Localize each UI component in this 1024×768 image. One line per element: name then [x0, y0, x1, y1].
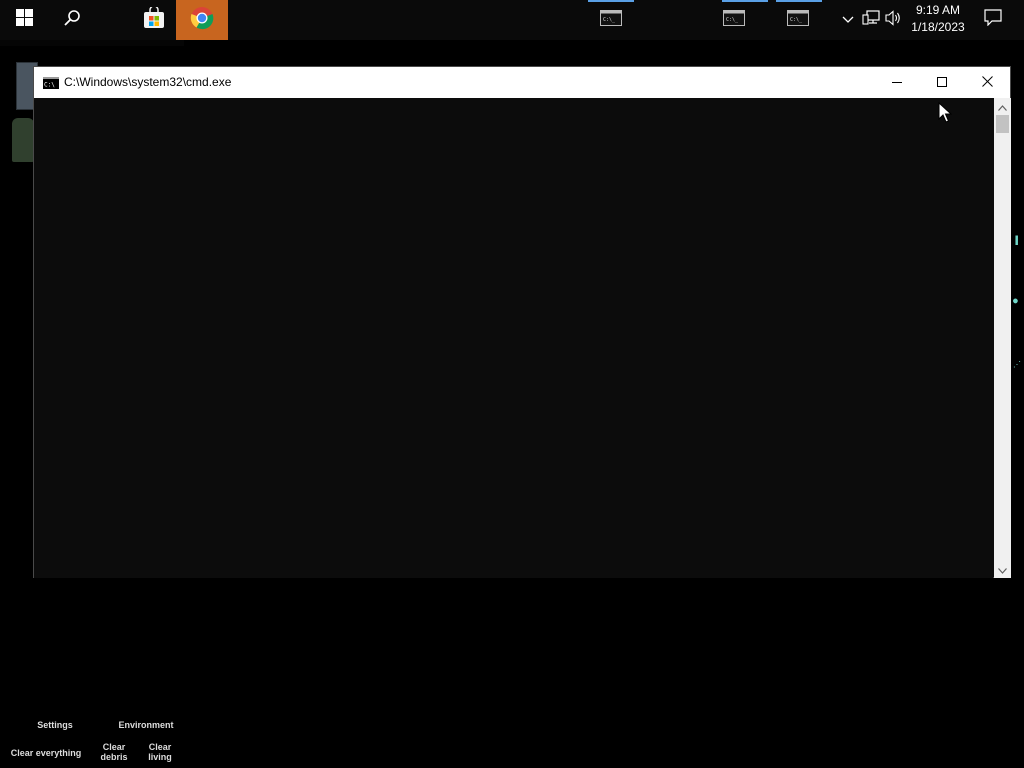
search-button[interactable] — [48, 0, 96, 40]
chrome-icon — [190, 6, 214, 35]
chevron-up-icon — [998, 98, 1007, 116]
taskbar: C:\_ C:\_ C:\_ 9:19 AM 1/18/2023 — [0, 0, 1024, 40]
cmd-window[interactable]: C:\ C:\Windows\system32\cmd.exe — [33, 66, 1011, 578]
edge-widget: ● — [1013, 296, 1018, 305]
search-icon — [63, 9, 81, 32]
scroll-thumb[interactable] — [996, 115, 1009, 133]
mouse-pointer-icon — [938, 101, 953, 129]
console-output[interactable] — [34, 98, 993, 578]
chevron-down-icon — [998, 561, 1007, 579]
window-title: C:\Windows\system32\cmd.exe — [64, 75, 232, 89]
clock-date: 1/18/2023 — [911, 20, 965, 34]
close-icon — [981, 74, 993, 92]
scroll-up-button[interactable] — [994, 98, 1011, 115]
edge-widget: ⋰ — [1013, 360, 1021, 369]
svg-text:C:\_: C:\_ — [790, 17, 803, 23]
scroll-down-button[interactable] — [994, 561, 1011, 578]
environment-button[interactable]: Environment — [114, 720, 178, 730]
network-button[interactable] — [860, 0, 882, 40]
clear-living-button[interactable]: Clear living — [142, 742, 178, 762]
clear-everything-button[interactable]: Clear everything — [8, 748, 84, 758]
cmd-icon: C:\_ — [600, 9, 622, 31]
chrome-button[interactable] — [176, 0, 228, 40]
volume-button[interactable] — [883, 0, 903, 40]
chevron-up-icon — [842, 11, 854, 29]
cmd-icon: C:\_ — [723, 9, 745, 31]
desktop-icon[interactable] — [12, 118, 34, 162]
network-icon — [862, 9, 880, 31]
svg-text:C:\_: C:\_ — [603, 17, 616, 23]
notification-icon — [984, 9, 1002, 31]
cmd-titlebar[interactable]: C:\ C:\Windows\system32\cmd.exe — [34, 67, 1010, 98]
minimize-button[interactable] — [874, 67, 920, 98]
cmd-icon: C:\_ — [787, 9, 809, 31]
taskbar-window-cmd-2[interactable]: C:\_ — [712, 0, 756, 40]
store-button[interactable] — [132, 0, 176, 40]
action-center-button[interactable] — [976, 0, 1010, 40]
start-button[interactable] — [0, 0, 48, 40]
minimize-icon — [892, 74, 902, 92]
maximize-button[interactable] — [919, 67, 965, 98]
windows-logo-icon — [15, 9, 33, 31]
microsoft-store-icon — [143, 4, 165, 34]
taskbar-window-cmd-3[interactable]: C:\_ — [776, 0, 820, 40]
clock[interactable]: 9:19 AM 1/18/2023 — [902, 2, 974, 38]
vertical-scrollbar[interactable] — [994, 98, 1011, 578]
taskbar-window-cmd-1[interactable]: C:\_ — [589, 0, 633, 40]
speaker-icon — [884, 9, 902, 31]
cmd-window-icon: C:\ — [43, 76, 59, 89]
clock-time: 9:19 AM — [915, 3, 961, 17]
close-button[interactable] — [964, 67, 1010, 98]
edge-widget: ▐ — [1013, 236, 1018, 245]
tray-overflow-button[interactable] — [838, 0, 858, 40]
settings-button[interactable]: Settings — [30, 720, 80, 730]
svg-text:C:\_: C:\_ — [726, 17, 739, 23]
clear-debris-button[interactable]: Clear debris — [96, 742, 132, 762]
svg-text:C:\: C:\ — [44, 82, 55, 89]
maximize-icon — [937, 74, 947, 92]
bottom-control-panel: Settings Environment Clear everything Cl… — [0, 710, 190, 768]
